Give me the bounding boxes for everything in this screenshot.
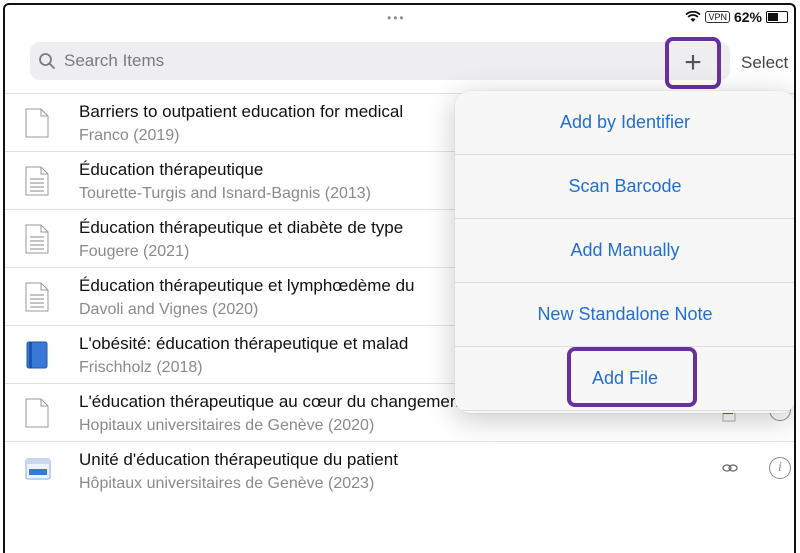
search-icon — [39, 53, 55, 69]
item-title: Barriers to outpatient education for med… — [79, 102, 404, 121]
battery-icon — [766, 11, 788, 23]
item-title: Éducation thérapeutique et lymphœdème du — [79, 276, 415, 295]
item-creator-year: Frischholz (2018) — [79, 359, 203, 376]
item-creator-year: Davoli and Vignes (2020) — [79, 301, 259, 318]
webpage-icon — [25, 458, 51, 480]
menu-item-scan-barcode[interactable]: Scan Barcode — [455, 155, 794, 219]
menu-item-add-by-identifier[interactable]: Add by Identifier — [455, 91, 794, 155]
app-frame: ••• VPN 62% + Select Barriers to outpat — [3, 3, 796, 553]
search-bar[interactable] — [30, 42, 730, 80]
item-title: Éducation thérapeutique et diabète de ty… — [79, 218, 404, 237]
item-creator-year: Tourette-Turgis and Isnard-Bagnis (2013) — [79, 185, 371, 202]
item-creator-year: Hôpitaux universitaires de Genève (2023) — [79, 475, 375, 492]
text-document-icon — [25, 224, 49, 254]
menu-item-add-file[interactable]: Add File — [455, 347, 794, 411]
select-button[interactable]: Select — [741, 53, 788, 73]
document-icon — [25, 398, 49, 428]
multitasking-dots[interactable]: ••• — [387, 11, 406, 25]
battery-level — [768, 13, 778, 21]
status-indicators: VPN 62% — [685, 9, 788, 25]
text-document-icon — [25, 166, 49, 196]
menu-item-add-manually[interactable]: Add Manually — [455, 219, 794, 283]
list-item[interactable]: Unité d'éducation thérapeutique du patie… — [5, 441, 794, 499]
item-creator-year: Hopitaux universitaires de Genève (2020) — [79, 417, 375, 434]
status-bar: ••• VPN 62% — [5, 5, 794, 33]
vpn-badge: VPN — [705, 11, 730, 23]
menu-item-new-standalone-note[interactable]: New Standalone Note — [455, 283, 794, 347]
item-creator-year: Franco (2019) — [79, 127, 180, 144]
link-attachment-icon[interactable] — [722, 462, 738, 474]
book-icon — [26, 341, 48, 369]
item-title: L'obésité: éducation thérapeutique et ma… — [79, 334, 409, 353]
search-input[interactable] — [62, 50, 626, 72]
add-item-button[interactable]: + — [665, 37, 721, 89]
add-item-menu: Add by Identifier Scan Barcode Add Manua… — [455, 91, 794, 413]
text-document-icon — [25, 282, 49, 312]
info-icon[interactable]: i — [769, 457, 791, 479]
document-icon — [25, 108, 49, 138]
wifi-icon — [685, 11, 702, 22]
item-title: Éducation thérapeutique — [79, 160, 264, 179]
item-title: L'éducation thérapeutique au cœur du cha… — [79, 392, 465, 411]
battery-percent: 62% — [733, 9, 762, 25]
item-creator-year: Fougere (2021) — [79, 243, 190, 260]
item-title: Unité d'éducation thérapeutique du patie… — [79, 450, 398, 469]
